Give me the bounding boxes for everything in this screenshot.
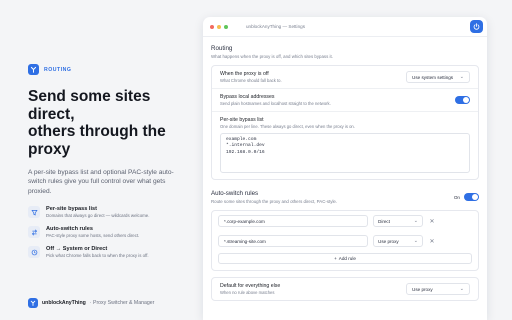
close-dot[interactable] bbox=[210, 24, 214, 29]
bypass-line: 192.168.0.0/16 bbox=[226, 149, 265, 155]
default-sub: When no rule above matches bbox=[220, 290, 275, 295]
power-button[interactable] bbox=[470, 20, 483, 33]
routing-icon bbox=[28, 64, 39, 75]
feature-desc: Domains that always go direct — wildcard… bbox=[46, 213, 150, 219]
feature-desc: PAC-style proxy some hosts, send others … bbox=[46, 233, 140, 239]
proxy-off-sub: What Chrome should fall back to. bbox=[220, 78, 282, 83]
bypass-local-row: Bypass local addresses Send plain hostna… bbox=[212, 89, 478, 112]
plus-icon: + bbox=[334, 256, 337, 261]
fallback-icon bbox=[28, 246, 40, 259]
settings-content: Routing What happens when the proxy is o… bbox=[203, 37, 487, 301]
subtitle: A per-site bypass list and optional PAC-… bbox=[28, 169, 174, 195]
window-title: unblockAnyThing — Settings bbox=[246, 24, 305, 29]
minimize-dot[interactable] bbox=[217, 24, 221, 29]
feature-title: Off → System or Direct bbox=[46, 246, 108, 253]
per-site-sub: One domain per line. These always go dir… bbox=[220, 124, 355, 129]
rule-row: *.corp-example.com Direct ⌄ ✕ bbox=[212, 211, 478, 231]
select-value: Use proxy bbox=[412, 286, 433, 292]
settings-window: unblockAnyThing — Settings Routing What … bbox=[203, 17, 487, 320]
section-badge: ROUTING bbox=[28, 64, 178, 75]
feature-title: Per-site bypass list bbox=[46, 206, 97, 213]
footer-app-name: unblockAnyThing bbox=[42, 300, 86, 306]
add-rule-button[interactable]: + Add rule bbox=[218, 253, 472, 264]
feature-item: Per-site bypass list Domains that always… bbox=[28, 205, 178, 219]
per-site-label: Per-site bypass list bbox=[220, 117, 264, 123]
feature-desc: Pick what Chrome falls back to when the … bbox=[46, 253, 149, 259]
default-card: Default for everything else When no rule… bbox=[211, 277, 479, 301]
headline-line: direct, bbox=[28, 105, 75, 123]
footer-tagline: · Proxy Switcher & Manager bbox=[89, 300, 155, 306]
chevron-down-icon: ⌄ bbox=[459, 286, 464, 292]
remove-rule-icon[interactable]: ✕ bbox=[428, 218, 436, 225]
auto-switch-header: Auto-switch rules Route some sites throu… bbox=[211, 190, 479, 204]
select-value: Use proxy bbox=[378, 238, 399, 244]
select-value: Direct bbox=[378, 218, 390, 224]
feature-list: Per-site bypass list Domains that always… bbox=[28, 205, 178, 259]
feature-item: Auto-switch rules PAC-style proxy some h… bbox=[28, 225, 178, 239]
headline: Send some sites direct, others through t… bbox=[28, 88, 178, 158]
chevron-down-icon: ⌄ bbox=[413, 238, 418, 244]
proxy-off-label: When the proxy is off bbox=[220, 71, 269, 77]
bypass-local-sub: Send plain hostnames and localhost strai… bbox=[220, 101, 331, 106]
headline-line: Send some sites bbox=[28, 88, 151, 105]
status-label: On bbox=[453, 194, 460, 200]
proxy-off-row: When the proxy is off What Chrome should… bbox=[212, 66, 478, 89]
badge-label: ROUTING bbox=[44, 66, 72, 73]
maximize-dot[interactable] bbox=[224, 24, 228, 29]
add-rule-label: Add rule bbox=[338, 256, 356, 261]
bypass-local-toggle[interactable] bbox=[455, 96, 470, 104]
default-row: Default for everything else When no rule… bbox=[212, 278, 478, 300]
chevron-down-icon: ⌄ bbox=[413, 218, 418, 224]
feature-title: Auto-switch rules bbox=[46, 226, 93, 233]
window-controls bbox=[210, 24, 228, 29]
auto-switch-desc: Route some sites through the proxy and o… bbox=[211, 199, 338, 204]
headline-line: others through the bbox=[28, 123, 166, 140]
remove-rule-icon[interactable]: ✕ bbox=[428, 238, 436, 245]
feature-item: Off → System or Direct Pick what Chrome … bbox=[28, 245, 178, 259]
per-site-bypass: Per-site bypass list One domain per line… bbox=[212, 112, 478, 179]
headline-line: proxy bbox=[28, 140, 71, 158]
bypass-list-textarea[interactable]: example.com *.internal.dev 192.168.0.0/1… bbox=[220, 133, 470, 173]
routing-title: Routing bbox=[211, 45, 233, 52]
routing-desc: What happens when the proxy is off, and … bbox=[211, 54, 333, 59]
routing-card: When the proxy is off What Chrome should… bbox=[211, 65, 479, 180]
rule-pattern-input[interactable]: *.corp-example.com bbox=[218, 215, 368, 227]
rule-pattern-input[interactable]: *.streaming-site.com bbox=[218, 235, 368, 247]
bypass-local-label: Bypass local addresses bbox=[220, 94, 275, 100]
rule-action-select[interactable]: Use proxy ⌄ bbox=[373, 235, 423, 247]
select-value: Use system settings bbox=[412, 74, 454, 80]
window-titlebar: unblockAnyThing — Settings bbox=[203, 17, 487, 37]
marketing-panel: ROUTING Send some sites direct, others t… bbox=[28, 64, 178, 265]
rule-row: *.streaming-site.com Use proxy ⌄ ✕ bbox=[212, 231, 478, 251]
rules-card: *.corp-example.com Direct ⌄ ✕ *.streamin… bbox=[211, 210, 479, 271]
default-label: Default for everything else bbox=[220, 283, 281, 289]
footer: unblockAnyThing · Proxy Switcher & Manag… bbox=[28, 298, 154, 308]
chevron-down-icon: ⌄ bbox=[459, 74, 464, 80]
filter-icon bbox=[28, 206, 40, 219]
proxy-off-select[interactable]: Use system settings ⌄ bbox=[406, 71, 470, 83]
auto-switch-toggle[interactable] bbox=[464, 193, 479, 201]
auto-switch-title: Auto-switch rules bbox=[211, 190, 259, 197]
logo-icon bbox=[28, 298, 38, 308]
power-icon bbox=[473, 23, 480, 30]
rule-action-select[interactable]: Direct ⌄ bbox=[373, 215, 423, 227]
switch-icon bbox=[28, 226, 40, 239]
auto-switch-status: On bbox=[454, 193, 479, 201]
default-select[interactable]: Use proxy ⌄ bbox=[406, 283, 470, 295]
